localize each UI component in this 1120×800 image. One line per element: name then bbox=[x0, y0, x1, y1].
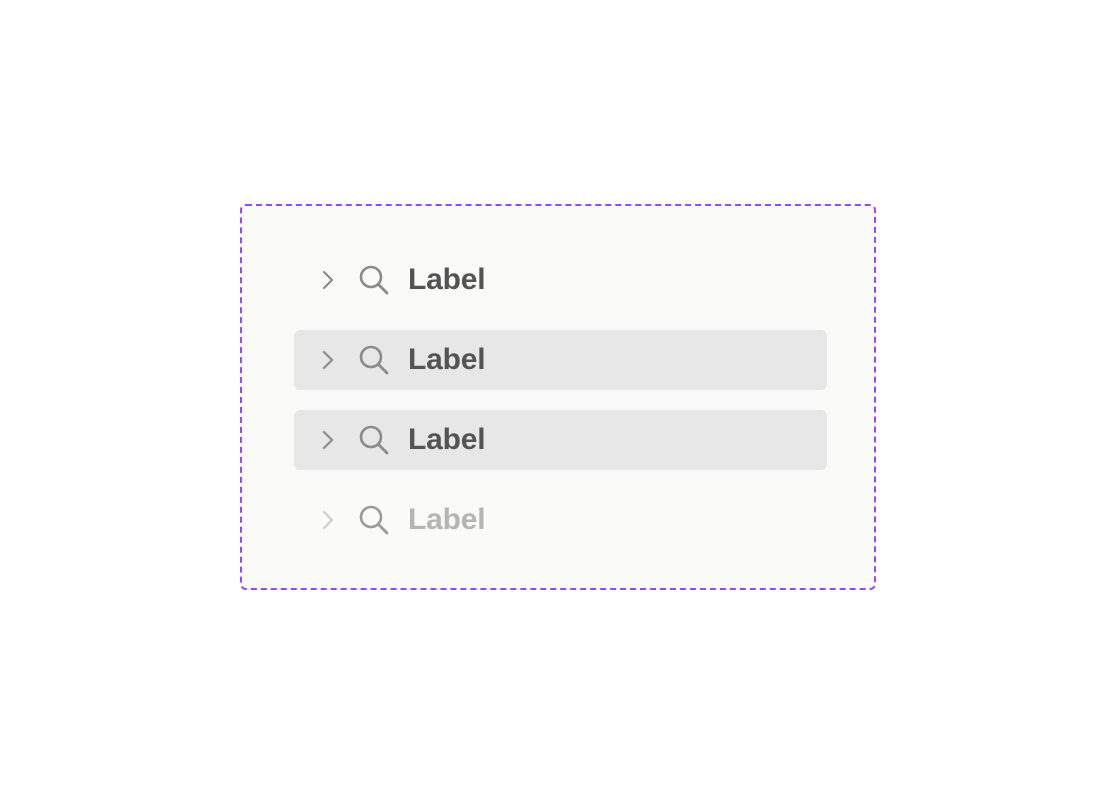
tree-item-hover[interactable]: Label bbox=[294, 330, 827, 390]
tree-list: Label Label Label Label bbox=[294, 250, 827, 550]
search-icon bbox=[358, 424, 390, 456]
tree-item-label: Label bbox=[408, 263, 486, 296]
chevron-right-icon bbox=[320, 509, 336, 531]
chevron-right-icon[interactable] bbox=[320, 429, 336, 451]
tree-item-default[interactable]: Label bbox=[294, 250, 827, 310]
search-icon bbox=[358, 504, 390, 536]
tree-item-label: Label bbox=[408, 343, 486, 376]
tree-item-label: Label bbox=[408, 423, 486, 456]
search-icon bbox=[358, 344, 390, 376]
tree-item-label: Label bbox=[408, 503, 486, 536]
component-frame: Label Label Label Label bbox=[240, 204, 876, 590]
chevron-right-icon[interactable] bbox=[320, 269, 336, 291]
chevron-right-icon[interactable] bbox=[320, 349, 336, 371]
tree-item-selected[interactable]: Label bbox=[294, 410, 827, 470]
search-icon bbox=[358, 264, 390, 296]
tree-item-disabled: Label bbox=[294, 490, 827, 550]
